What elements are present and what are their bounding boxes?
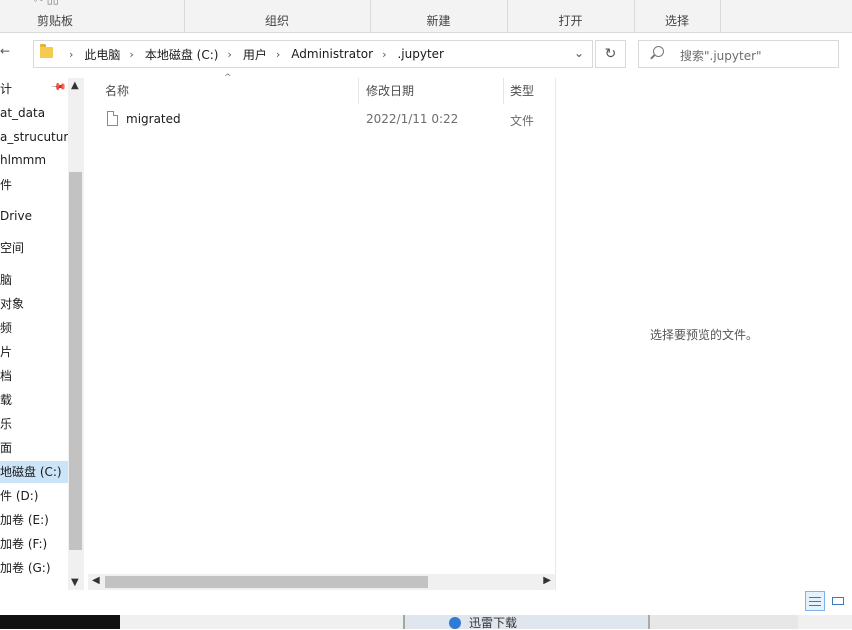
file-name: migrated — [126, 112, 181, 126]
taskbar-item[interactable]: 迅雷下载 — [403, 615, 648, 630]
nav-item-selected[interactable]: 地磁盘 (C:) — [0, 461, 68, 483]
column-header-type[interactable]: 类型 — [510, 80, 534, 102]
chevron-right-icon[interactable]: › — [129, 48, 133, 61]
chevron-left-icon[interactable]: ◀ — [92, 575, 100, 586]
chevron-down-icon[interactable]: ▼ — [71, 577, 79, 588]
nav-item[interactable]: 件 — [0, 174, 12, 196]
nav-item[interactable]: 计 — [0, 78, 12, 100]
details-view-button[interactable] — [805, 591, 825, 611]
scrollbar-thumb[interactable] — [69, 172, 82, 550]
search-icon — [653, 46, 664, 57]
ribbon: ✂ ▯▯ 剪贴板 组织 新建 打开 选择 — [0, 0, 852, 33]
chevron-right-icon[interactable]: › — [276, 48, 280, 61]
ribbon-group-label: 新建 — [426, 14, 451, 28]
nav-item[interactable]: 载 — [0, 389, 12, 411]
breadcrumb-drive-c[interactable]: 本地磁盘 (C:) — [145, 46, 219, 63]
nav-item[interactable]: 档 — [0, 365, 12, 387]
taskbar-item[interactable] — [648, 615, 798, 629]
taskbar-strip: 迅雷下载 — [0, 615, 852, 630]
breadcrumb: › 此电脑 › 本地磁盘 (C:) › 用户 › Administrator ›… — [60, 41, 444, 67]
taskbar-dark-area — [0, 615, 120, 629]
ribbon-group-new: 新建 — [370, 0, 508, 32]
nav-item[interactable]: 面 — [0, 437, 12, 459]
nav-item[interactable]: 加卷 (E:) — [0, 509, 49, 531]
nav-item[interactable]: 频 — [0, 317, 12, 339]
ribbon-group-label: 打开 — [558, 14, 583, 28]
breadcrumb-administrator[interactable]: Administrator — [291, 47, 373, 61]
folder-icon — [40, 44, 53, 58]
search-placeholder: 搜索".jupyter" — [680, 49, 762, 63]
file-row[interactable]: migrated 2022/1/11 0:22 文件 — [96, 109, 554, 131]
column-header-date[interactable]: 修改日期 — [366, 80, 414, 102]
column-header-name[interactable]: 名称 — [105, 80, 129, 102]
nav-item[interactable]: 加卷 (F:) — [0, 533, 47, 555]
back-arrow-icon[interactable]: ← — [0, 44, 10, 64]
preview-divider[interactable] — [555, 78, 556, 590]
ribbon-group-select: 选择 — [634, 0, 721, 32]
breadcrumb-this-pc[interactable]: 此电脑 — [84, 46, 120, 63]
nav-scrollbar[interactable]: ▲ ▼ — [68, 78, 84, 590]
nav-item[interactable]: hlmmm — [0, 149, 46, 171]
taskbar-item-label: 迅雷下载 — [469, 616, 518, 630]
ribbon-group-open: 打开 — [507, 0, 635, 32]
scrollbar-thumb[interactable] — [105, 576, 428, 588]
file-type: 文件 — [510, 114, 535, 128]
large-icons-view-button[interactable] — [829, 591, 849, 611]
ribbon-group-clipboard: 剪贴板 — [0, 0, 185, 32]
address-bar[interactable]: › 此电脑 › 本地磁盘 (C:) › 用户 › Administrator ›… — [33, 40, 593, 68]
refresh-icon: ↻ — [604, 46, 617, 62]
nav-item[interactable]: 件 (D:) — [0, 485, 38, 507]
file-icon — [107, 111, 118, 126]
app-icon — [449, 617, 461, 629]
nav-item[interactable]: 乐 — [0, 413, 12, 435]
ribbon-group-label: 组织 — [264, 14, 289, 28]
nav-item[interactable]: a_strucuture — [0, 126, 68, 148]
nav-item[interactable]: at_data — [0, 102, 45, 124]
chevron-down-icon[interactable]: ⌄ — [574, 46, 584, 60]
ribbon-group-label: 剪贴板 — [37, 14, 74, 28]
navigation-pane: 计 at_data a_strucuture hlmmm 件 Drive 空间 … — [0, 78, 68, 590]
sort-caret-icon: ^ — [224, 73, 232, 83]
chevron-right-icon[interactable]: › — [69, 48, 73, 61]
chevron-right-icon[interactable]: › — [227, 48, 231, 61]
column-divider[interactable] — [503, 78, 504, 104]
list-horizontal-scrollbar[interactable]: ◀ ▶ — [88, 574, 555, 590]
chevron-right-icon[interactable]: › — [382, 48, 386, 61]
nav-item[interactable]: 片 — [0, 341, 12, 363]
nav-item[interactable]: 脑 — [0, 269, 12, 291]
file-date: 2022/1/11 0:22 — [366, 112, 459, 126]
breadcrumb-users[interactable]: 用户 — [243, 46, 267, 63]
search-input[interactable]: 搜索".jupyter" — [638, 40, 839, 68]
chevron-right-icon[interactable]: ▶ — [543, 575, 551, 586]
nav-item[interactable]: Drive — [0, 205, 32, 227]
refresh-button[interactable]: ↻ — [595, 40, 626, 68]
nav-item[interactable]: 加卷 (G:) — [0, 557, 51, 579]
breadcrumb-jupyter[interactable]: .jupyter — [397, 47, 444, 61]
preview-message: 选择要预览的文件。 — [650, 328, 759, 342]
ribbon-group-organize: 组织 — [184, 0, 371, 32]
nav-item[interactable]: 对象 — [0, 293, 24, 315]
nav-item[interactable]: 空间 — [0, 237, 24, 259]
chevron-up-icon[interactable]: ▲ — [71, 80, 79, 91]
ribbon-group-label: 选择 — [664, 14, 689, 28]
column-divider[interactable] — [358, 78, 359, 104]
